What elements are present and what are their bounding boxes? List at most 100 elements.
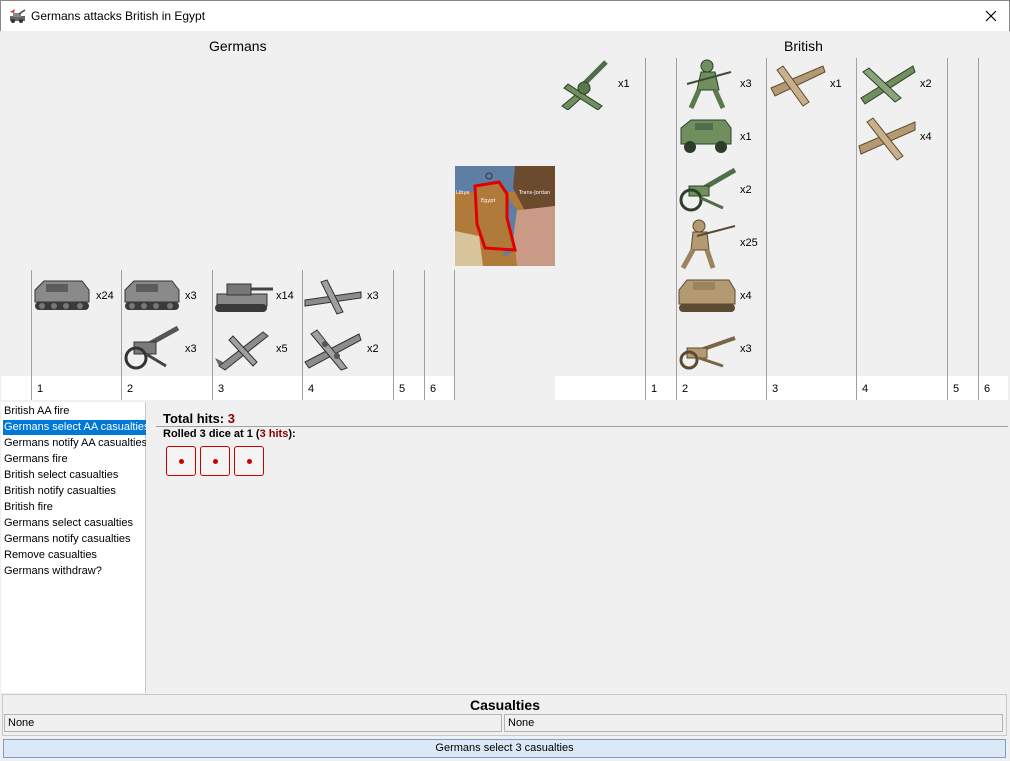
step-item[interactable]: British fire [3, 500, 54, 515]
aa-gun-icon [561, 60, 608, 110]
unit-halftrack[interactable] [32, 272, 92, 318]
unit-artillery[interactable] [677, 330, 737, 370]
unit-count: x2 [740, 184, 752, 196]
unit-bomber[interactable] [303, 322, 363, 374]
artillery-icon [679, 167, 737, 212]
unit-count: x24 [96, 290, 114, 302]
step-item[interactable]: British AA fire [3, 404, 70, 419]
step-item[interactable]: Germans notify casualties [3, 532, 132, 547]
die-face-hit [166, 446, 196, 476]
unit-count: x25 [740, 237, 758, 249]
unit-fighter[interactable] [767, 58, 827, 110]
divider [156, 426, 1008, 427]
defender-column-numbers [555, 376, 1008, 400]
unit-fighter[interactable] [213, 322, 273, 374]
unit-count: x3 [740, 343, 752, 355]
territory-map-thumbnail[interactable]: Egypt Libya Trans-Jordan [455, 166, 555, 266]
unit-count: x3 [740, 78, 752, 90]
defender-col-3: 3 [772, 383, 779, 395]
step-item[interactable]: British notify casualties [3, 484, 117, 499]
attacker-col-3: 3 [218, 383, 225, 395]
fighter-icon [858, 117, 916, 161]
unit-infantry[interactable] [677, 216, 737, 270]
tank-artillery-icon [10, 9, 26, 23]
map-label-west: Libya [456, 190, 469, 196]
tank-icon [215, 283, 273, 312]
column-divider [454, 270, 455, 400]
unit-count: x4 [740, 290, 752, 302]
unit-fighter[interactable] [857, 112, 917, 164]
unit-count: x1 [740, 131, 752, 143]
close-button[interactable] [979, 4, 1003, 28]
roll-summary: Rolled 3 dice at 1 (3 hits): [163, 428, 296, 440]
attacker-col-6: 6 [430, 383, 437, 395]
unit-infantry[interactable] [677, 58, 737, 110]
unit-count: x1 [830, 78, 842, 90]
tank-icon [678, 279, 736, 312]
map-label-territory: Egypt [481, 198, 495, 204]
halftrack-icon [124, 280, 180, 310]
roll-summary-prefix: Rolled 3 dice at 1 ( [163, 428, 260, 440]
fighter-icon [304, 279, 362, 315]
defender-col-6: 6 [984, 383, 991, 395]
column-divider [393, 270, 394, 400]
total-hits-value: 3 [227, 411, 235, 426]
unit-count: x2 [920, 78, 932, 90]
unit-halftrack[interactable] [122, 272, 182, 318]
unit-count: x3 [185, 290, 197, 302]
unit-count: x3 [185, 343, 197, 355]
fighter-icon [215, 331, 269, 371]
attacker-col-5: 5 [399, 383, 406, 395]
step-item[interactable]: British select casualties [3, 468, 119, 483]
column-divider [978, 58, 979, 400]
step-item[interactable]: Germans fire [3, 452, 69, 467]
battle-steps-list[interactable]: British AA fire Germans select AA casual… [1, 402, 151, 693]
unit-count: x5 [276, 343, 288, 355]
defender-col-4: 4 [862, 383, 869, 395]
defender-casualties-field: None [504, 714, 1003, 732]
unit-count: x3 [367, 290, 379, 302]
unit-tank[interactable] [677, 272, 737, 318]
artillery-icon [679, 336, 736, 370]
step-item[interactable]: Remove casualties [3, 548, 98, 563]
fighter-icon [770, 65, 826, 107]
defender-header: British [784, 38, 823, 54]
step-item[interactable]: Germans withdraw? [3, 564, 103, 579]
map-label-east: Trans-Jordan [518, 190, 550, 196]
bomber-icon [304, 329, 362, 371]
attacker-header: Germans [209, 38, 267, 54]
halftrack-icon [34, 280, 90, 310]
unit-artillery[interactable] [122, 322, 182, 372]
unit-count: x14 [276, 290, 294, 302]
unit-aa-gun[interactable] [558, 58, 614, 110]
roll-summary-hits: 3 hits [259, 428, 289, 440]
infantry-icon [680, 219, 736, 270]
select-casualties-button[interactable]: Germans select 3 casualties [3, 739, 1006, 758]
unit-count: x1 [618, 78, 630, 90]
die-face-hit [200, 446, 230, 476]
attacker-col-1: 1 [37, 383, 44, 395]
armored-car-icon [680, 119, 732, 153]
title-bar: Germans attacks British in Egypt [0, 0, 1010, 31]
defender-col-1: 1 [651, 383, 658, 395]
total-hits-label: Total hits: [163, 411, 225, 426]
roll-summary-suffix: ): [288, 428, 296, 440]
unit-fighter[interactable] [857, 58, 917, 110]
attacker-casualties-field: None [4, 714, 502, 732]
defender-col-2: 2 [682, 383, 689, 395]
column-divider [645, 58, 646, 400]
step-item-selected[interactable]: Germans select AA casualties [3, 420, 151, 435]
attacker-col-4: 4 [308, 383, 315, 395]
attacker-col-2: 2 [127, 383, 134, 395]
step-item[interactable]: Germans notify AA casualties [3, 436, 148, 451]
column-divider [947, 58, 948, 400]
unit-fighter[interactable] [303, 274, 363, 318]
unit-artillery[interactable] [677, 164, 737, 214]
window-title: Germans attacks British in Egypt [31, 9, 206, 23]
step-item[interactable]: Germans select casualties [3, 516, 134, 531]
unit-tank[interactable] [213, 274, 273, 318]
unit-count: x4 [920, 131, 932, 143]
unit-count: x2 [367, 343, 379, 355]
attacker-column-numbers [1, 376, 455, 400]
unit-armored-car[interactable] [677, 114, 737, 160]
